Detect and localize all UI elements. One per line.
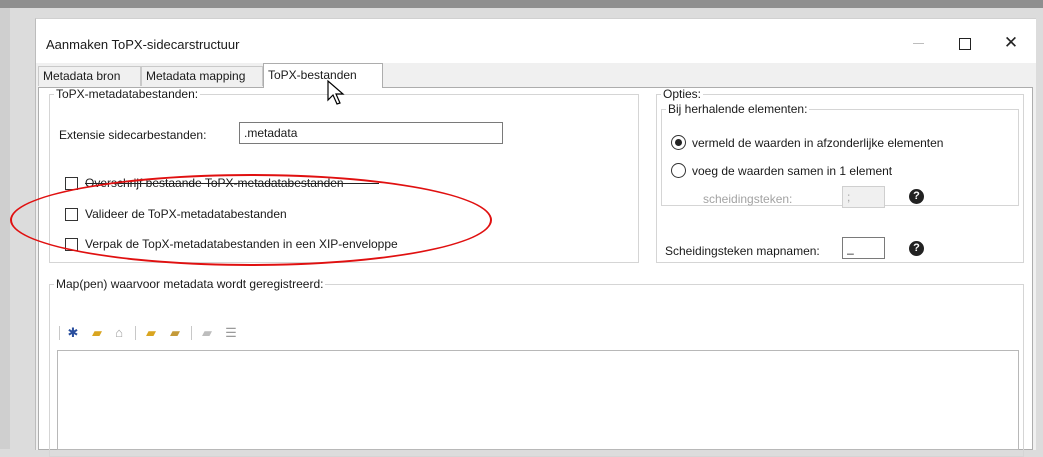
- tab-metadata-mapping[interactable]: Metadata mapping: [141, 66, 263, 86]
- close-icon: ✕: [1003, 33, 1019, 52]
- validate-checkbox[interactable]: [65, 208, 78, 221]
- wrap-xip-checkbox[interactable]: [65, 238, 78, 251]
- folders-list[interactable]: [57, 350, 1019, 450]
- dialog-client-area: Metadata bron Metadata mapping ToPX-meta…: [36, 63, 1036, 457]
- folders-legend: Map(pen) waarvoor metadata wordt geregis…: [56, 277, 324, 291]
- validate-checkbox-label: Valideer de ToPX-metadatabestanden: [85, 207, 287, 221]
- extension-input[interactable]: [239, 122, 503, 144]
- overwrite-checkbox[interactable]: [65, 177, 78, 190]
- minimize-icon: [913, 43, 924, 44]
- options-legend: Opties:: [663, 87, 702, 101]
- folder-separator-input[interactable]: [842, 237, 885, 259]
- extension-label: Extensie sidecarbestanden:: [59, 128, 207, 142]
- tab-topx-bestanden[interactable]: ToPX-bestanden: [263, 63, 383, 88]
- desktop-background-left: [0, 8, 10, 449]
- remove-folder-icon[interactable]: ▰: [199, 325, 215, 341]
- separator-input[interactable]: [842, 186, 885, 208]
- add-star-icon[interactable]: ✱: [65, 325, 81, 341]
- separate-elements-radio[interactable]: [671, 135, 686, 150]
- desktop-background: [0, 0, 1043, 8]
- toolbar-grip: [59, 326, 60, 340]
- repeat-elements-group: Bij herhalende elementen:: [661, 102, 1019, 206]
- dialog-window: Aanmaken ToPX-sidecarstructuur ✕ Metadat…: [35, 18, 1036, 457]
- overwrite-strike-line: [85, 183, 379, 184]
- maximize-icon: [959, 38, 971, 50]
- repeat-elements-legend: Bij herhalende elementen:: [668, 102, 808, 116]
- toolbar-separator: [191, 326, 192, 340]
- toolbar-separator: [135, 326, 136, 340]
- separator-label: scheidingsteken:: [703, 192, 793, 206]
- wrap-xip-checkbox-label: Verpak de TopX-metadatabestanden in een …: [85, 237, 398, 251]
- folder-up-icon[interactable]: ▰: [89, 325, 105, 341]
- merge-values-label: voeg de waarden samen in 1 element: [692, 164, 893, 178]
- browse-folder-icon[interactable]: ▰: [167, 325, 183, 341]
- tab-strip: Metadata bron Metadata mapping: [36, 63, 1036, 87]
- maximize-button[interactable]: [948, 29, 982, 57]
- window-title: Aanmaken ToPX-sidecarstructuur: [46, 37, 240, 52]
- home-icon[interactable]: ⌂: [111, 325, 127, 341]
- topx-metadata-legend: ToPX-metadatabestanden:: [56, 87, 199, 101]
- minimize-button[interactable]: [902, 29, 936, 57]
- close-button[interactable]: ✕: [994, 29, 1028, 57]
- separator-help-icon[interactable]: ?: [909, 189, 924, 204]
- list-icon[interactable]: ☰: [223, 325, 239, 341]
- folder-separator-help-icon[interactable]: ?: [909, 241, 924, 256]
- tab-metadata-bron[interactable]: Metadata bron: [38, 66, 141, 86]
- merge-values-radio[interactable]: [671, 163, 686, 178]
- separate-elements-label: vermeld de waarden in afzonderlijke elem…: [692, 136, 944, 150]
- folder-separator-label: Scheidingsteken mapnamen:: [665, 244, 820, 258]
- add-folder-icon[interactable]: ▰: [143, 325, 159, 341]
- tab-page-topx-bestanden: ToPX-metadatabestanden: Extensie sidecar…: [38, 87, 1033, 457]
